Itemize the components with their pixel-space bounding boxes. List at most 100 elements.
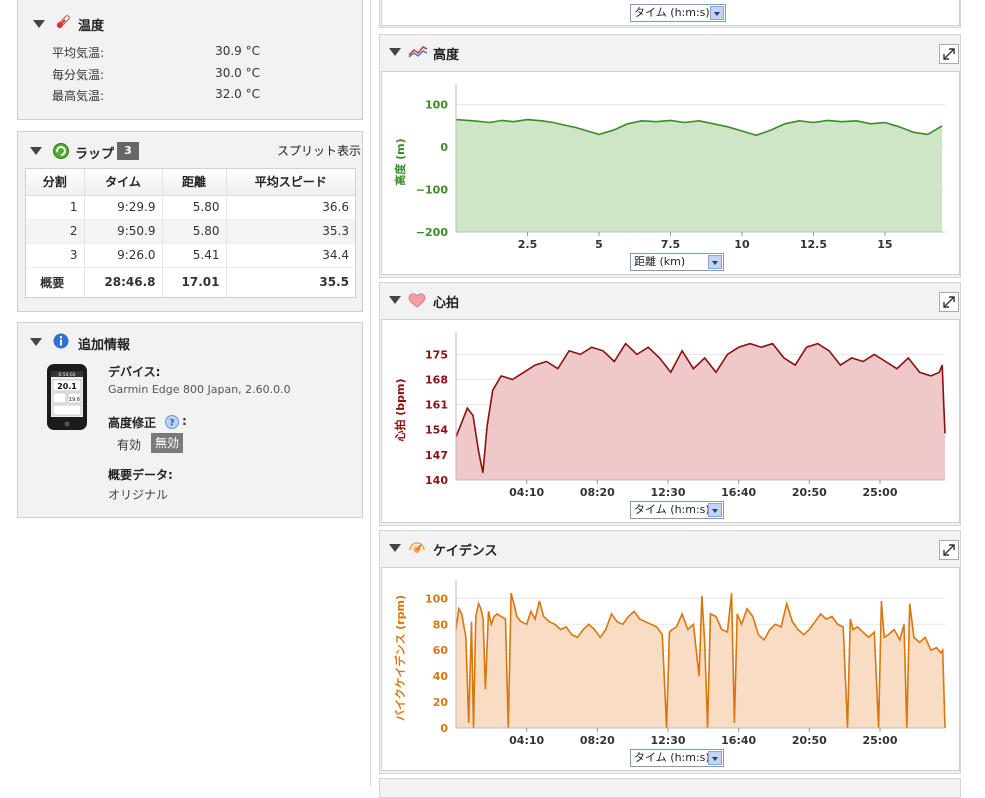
expand-icon: [943, 544, 955, 556]
heart-x-axis-select[interactable]: タイム (h:m:s): [630, 501, 724, 519]
cadence-chart-panel: ケイデンス 0 20 40 60 80 100 04:10 08:20 12:30 16:40 20…: [379, 530, 961, 774]
collapse-triangle-icon[interactable]: [33, 20, 45, 28]
next-panel-edge: [379, 778, 961, 798]
elevation-chart: 100 0 −100 −200 2.5 5 7.5 10 12.5 15 高度 (m): [393, 84, 945, 250]
laps-panel: ラップ 3 スプリット表示 分割 タイム 距離 平均スピード 1 9:29.9 …: [17, 131, 363, 312]
x-tick-label: 08:20: [580, 486, 615, 498]
y-tick-label: 100: [425, 592, 448, 605]
speed-chart-box: タイム (h:m:s): [381, 0, 960, 26]
summary-row: 概要 28:46.8 17.01 35.5: [26, 267, 355, 297]
speed-x-axis-select[interactable]: タイム (h:m:s): [630, 4, 726, 22]
cadence-icon: [409, 542, 425, 553]
x-tick-label: 5: [595, 238, 603, 250]
x-tick-label: 04:10: [509, 486, 544, 498]
lap-icon: [53, 143, 69, 159]
laps-title: ラップ: [75, 147, 115, 162]
y-tick-label: 100: [425, 99, 448, 112]
x-tick-label: 7.5: [661, 238, 681, 250]
heart-chart-panel: 心拍 140 147 154 161 168 175 04:10 08:20 12:30 16:4…: [379, 282, 961, 526]
series-area: [456, 343, 945, 480]
y-axis-label: 心拍 (bpm): [393, 378, 407, 441]
speed-chart-panel: タイム (h:m:s): [379, 0, 961, 28]
device-screen-value-1: 20.1: [57, 382, 77, 391]
table-row[interactable]: 3 9:26.0 5.41 34.4: [26, 243, 355, 268]
lap-number: 3: [26, 243, 84, 268]
min-temp-value: 30.0 °C: [215, 66, 260, 80]
x-tick-label: 2.5: [518, 238, 538, 250]
elevation-correction-off[interactable]: 無効: [151, 433, 184, 453]
additional-info-panel: 追加情報 0:54:02 20.1 19.6 デバイス: Garmin Edge…: [17, 322, 363, 518]
y-tick-label: 147: [425, 449, 448, 462]
collapse-triangle-icon[interactable]: [30, 147, 42, 155]
heart-title: 心拍: [433, 296, 460, 311]
cadence-x-axis-select[interactable]: タイム (h:m:s): [630, 749, 724, 767]
chevron-down-icon: [708, 503, 722, 517]
lap-count-badge: 3: [117, 142, 139, 160]
x-tick-label: 04:10: [509, 734, 544, 746]
table-row[interactable]: 1 9:29.9 5.80 36.6: [26, 195, 355, 220]
min-temp-label: 毎分気温:: [52, 68, 105, 82]
cadence-x-axis-select-value: タイム (h:m:s): [634, 751, 710, 764]
table-row[interactable]: 2 9:50.9 5.80 35.3: [26, 219, 355, 244]
summary-data-value: オリジナル: [108, 488, 169, 502]
elevation-correction-label: 高度修正: [108, 416, 157, 430]
cadence-chart: 0 20 40 60 80 100 04:10 08:20 12:30 16:40 20:50 25:…: [393, 580, 946, 746]
heart-icon: [408, 293, 426, 308]
col-header-time[interactable]: タイム: [83, 169, 162, 196]
heart-x-axis-select-value: タイム (h:m:s): [634, 503, 710, 516]
summary-data-label: 概要データ:: [108, 468, 173, 482]
heart-chart: 140 147 154 161 168 175 04:10 08:20 12:30 16:40 20…: [393, 332, 946, 498]
x-tick-label: 08:20: [580, 734, 615, 746]
summary-label: 概要: [40, 275, 65, 290]
colon-label: :: [182, 414, 187, 428]
cadence-expand-button[interactable]: [939, 540, 959, 560]
y-axis-label: 高度 (m): [393, 138, 407, 185]
split-view-link[interactable]: スプリット表示: [277, 142, 361, 159]
x-tick-label: 10: [734, 238, 750, 250]
max-temp-value: 32.0 °C: [215, 87, 260, 101]
summary-speed: 35.5: [225, 267, 355, 297]
temperature-title: 温度: [78, 19, 105, 34]
y-tick-label: 175: [425, 348, 448, 361]
collapse-triangle-icon[interactable]: [389, 296, 401, 304]
heart-chart-box: 140 147 154 161 168 175 04:10 08:20 12:30 16:40 20…: [381, 319, 960, 523]
device-label: デバイス:: [108, 365, 161, 379]
x-tick-label: 16:40: [721, 734, 756, 746]
device-value: Garmin Edge 800 Japan, 2.60.0.0: [108, 383, 291, 396]
heart-expand-button[interactable]: [939, 292, 959, 312]
info-icon: [53, 333, 69, 349]
col-header-split[interactable]: 分割: [26, 169, 84, 196]
chevron-down-icon: [710, 6, 724, 20]
collapse-triangle-icon[interactable]: [389, 48, 401, 56]
x-tick-label: 25:00: [862, 486, 897, 498]
x-tick-label: 20:50: [792, 486, 827, 498]
help-icon[interactable]: ?: [165, 415, 179, 429]
lap-speed: 36.6: [225, 195, 355, 220]
col-header-distance[interactable]: 距離: [161, 169, 226, 196]
elevation-correction-on[interactable]: 有効: [117, 436, 141, 453]
x-tick-label: 25:00: [862, 734, 897, 746]
elevation-expand-button[interactable]: [939, 44, 959, 64]
col-header-avg-speed[interactable]: 平均スピード: [225, 169, 355, 196]
lap-speed: 35.3: [225, 219, 355, 244]
elevation-x-axis-select-value: 距離 (km): [634, 255, 686, 268]
laps-table: 分割 タイム 距離 平均スピード 1 9:29.9 5.80 36.6 2 9:…: [26, 169, 355, 297]
elevation-chart-box: 100 0 −100 −200 2.5 5 7.5 10 12.5 15 高度 (m) 距離 (km…: [381, 71, 960, 275]
elevation-chart-panel: 高度 100 0 −100 −200 2.5 5 7.5 10 12.5 15 高度 (m) 距離 …: [379, 34, 961, 278]
collapse-triangle-icon[interactable]: [30, 338, 42, 346]
avg-temp-label: 平均気温:: [52, 46, 105, 60]
elevation-x-axis-select[interactable]: 距離 (km): [630, 253, 724, 271]
x-tick-label: 20:50: [792, 734, 827, 746]
collapse-triangle-icon[interactable]: [389, 544, 401, 552]
info-title: 追加情報: [78, 338, 131, 353]
lap-number: 2: [26, 219, 84, 244]
chevron-down-icon: [708, 255, 722, 269]
lap-speed: 34.4: [225, 243, 355, 268]
lap-number: 1: [26, 195, 84, 220]
y-tick-label: 60: [433, 644, 449, 657]
y-tick-label: 140: [425, 474, 448, 487]
y-tick-label: 80: [433, 618, 449, 631]
lap-time: 9:29.9: [83, 195, 162, 220]
lap-time: 9:26.0: [83, 243, 162, 268]
y-tick-label: −200: [416, 226, 449, 239]
